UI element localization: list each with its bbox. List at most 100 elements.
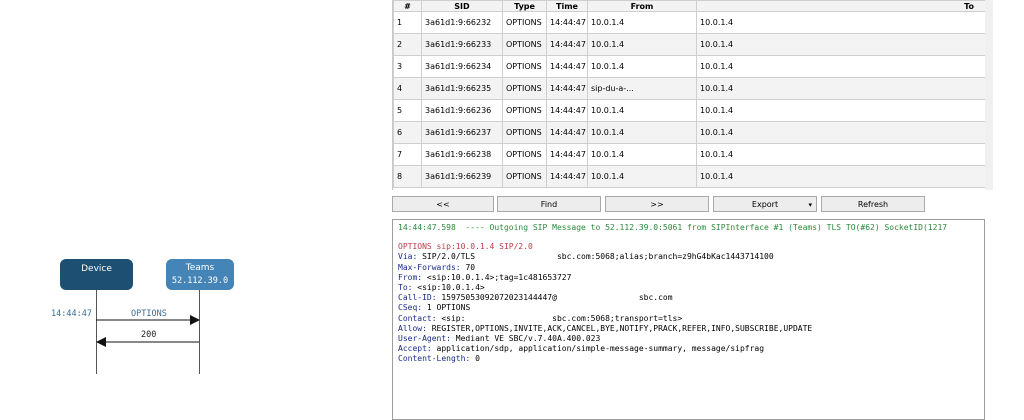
previous-button[interactable]: << [392,196,494,212]
sip-header-value: 15975053092072023144447@ sbc.com [436,293,673,303]
cell-type: OPTIONS [502,121,547,144]
sip-header-value: 70 [460,262,476,272]
cell-index: 4 [393,77,422,100]
cell-to: 10.0.1.4 [696,33,986,56]
cell-time: 14:44:47 [546,77,588,100]
column-header-sid[interactable]: SID [421,0,503,12]
sip-header-value: <sip: sbc.com:5068;transport=tls> [436,313,683,323]
cell-index: 8 [393,165,422,188]
cell-from: 10.0.1.4 [587,55,697,78]
sip-header-name: CSeq: [398,303,423,313]
cell-type: OPTIONS [502,11,547,34]
sip-header-line: Via: SIP/2.0/TLS sbc.com:5068;alias;bran… [398,252,984,262]
sip-header-value: Mediant VE SBC/v.7.40A.400.023 [450,334,601,344]
cell-to: 10.0.1.4 [696,11,986,34]
cell-sid: 3a61d1:9:66232 [421,11,503,34]
table-row[interactable]: 6 3a61d1:9:66237 OPTIONS 14:44:47 10.0.1.4 10… [393,121,986,144]
cell-index: 7 [393,143,422,166]
cell-sid: 3a61d1:9:66234 [421,55,503,78]
cell-sid: 3a61d1:9:66235 [421,77,503,100]
cell-sid: 3a61d1:9:66239 [421,165,503,188]
cell-to: 10.0.1.4 [696,121,986,144]
next-button[interactable]: >> [605,196,709,212]
cell-type: OPTIONS [502,165,547,188]
sip-header-line: Contact: <sip: sbc.com:5068;transport=tl… [398,314,984,324]
column-header-time[interactable]: Time [546,0,588,12]
table-row[interactable]: 2 3a61d1:9:66233 OPTIONS 14:44:47 10.0.1.4 10… [393,33,986,56]
cell-index: 1 [393,11,422,34]
cell-to: 10.0.1.4 [696,55,986,78]
sip-header-name: Call-ID: [398,293,437,303]
sip-header-line: Call-ID: 15975053092072023144447@ sbc.co… [398,293,984,303]
table-row[interactable]: 1 3a61d1:9:66232 OPTIONS 14:44:47 10.0.1.4 10… [393,11,986,34]
sip-header-name: Max-Forwards: [398,262,461,272]
table-scrollbar[interactable] [985,0,993,190]
sip-header-line: CSeq: 1 OPTIONS [398,303,984,313]
sip-header-value: REGISTER,OPTIONS,INVITE,ACK,CANCEL,BYE,N… [426,323,813,333]
table-row[interactable]: 7 3a61d1:9:66238 OPTIONS 14:44:47 10.0.1.4 10… [393,143,986,166]
message-arrows [96,315,200,347]
request-line: OPTIONS sip:10.0.1.4 SIP/2.0 [398,242,533,252]
cell-from: 10.0.1.4 [587,121,697,144]
sip-message-log[interactable]: 14:44:47.598 ---- Outgoing SIP Message t… [392,219,985,420]
log-header: 14:44:47.598 ---- Outgoing SIP Message t… [398,223,948,232]
table-row[interactable]: 3 3a61d1:9:66234 OPTIONS 14:44:47 10.0.1.4 10… [393,55,986,78]
cell-to: 10.0.1.4 [696,143,986,166]
cell-from: 10.0.1.4 [587,165,697,188]
sip-header-line: From: <sip:10.0.1.4>;tag=1c481653727 [398,273,984,283]
table-row[interactable]: 5 3a61d1:9:66236 OPTIONS 14:44:47 10.0.1.4 10… [393,99,986,122]
cell-from: 10.0.1.4 [587,11,697,34]
sip-header-value: <sip:10.0.1.4>;tag=1c481653727 [422,272,572,282]
sip-header-value: 1 OPTIONS [422,303,471,313]
column-header-type[interactable]: Type [502,0,547,12]
message-table: # SID Type Time From To 1 3a61d1:9:66232 O… [392,0,986,190]
cell-type: OPTIONS [502,99,547,122]
call-flow-diagram: Device Teams 52.112.39.0 14:44:47 OPTION… [0,0,390,420]
cell-to: 10.0.1.4 [696,165,986,188]
export-button[interactable]: Export ▾ [713,196,817,212]
sip-header-name: Content-Length: [398,354,471,364]
sip-header-name: Allow: [398,323,427,333]
cell-type: OPTIONS [502,143,547,166]
cell-time: 14:44:47 [546,99,588,122]
dropdown-caret-icon: ▾ [808,201,812,209]
column-header-to[interactable]: To [696,0,986,12]
find-button[interactable]: Find [497,196,601,212]
cell-type: OPTIONS [502,33,547,56]
cell-sid: 3a61d1:9:66238 [421,143,503,166]
sip-header-name: Contact: [398,313,437,323]
cell-time: 14:44:47 [546,165,588,188]
table-header: # SID Type Time From To [393,0,986,12]
cell-sid: 3a61d1:9:66233 [421,33,503,56]
table-row[interactable]: 4 3a61d1:9:66235 OPTIONS 14:44:47 sip-du-a-.… [393,77,986,100]
sip-header-line: To: <sip:10.0.1.4> [398,283,984,293]
cell-from: sip-du-a-... [587,77,697,100]
cell-index: 3 [393,55,422,78]
column-header-from[interactable]: From [587,0,697,12]
sip-header-name: To: [398,283,413,293]
sip-header-line: Allow: REGISTER,OPTIONS,INVITE,ACK,CANCE… [398,324,984,334]
sip-header-value: SIP/2.0/TLS sbc.com:5068;alias;branch=z9… [417,252,774,262]
table-row[interactable]: 8 3a61d1:9:66239 OPTIONS 14:44:47 10.0.1.4 10… [393,165,986,188]
options-arrowhead [190,315,200,325]
cell-time: 14:44:47 [546,33,588,56]
cell-type: OPTIONS [502,77,547,100]
sip-header-name: Accept: [398,344,432,354]
column-header-index[interactable]: # [393,0,422,12]
cell-sid: 3a61d1:9:66236 [421,99,503,122]
cell-index: 5 [393,99,422,122]
cell-time: 14:44:47 [546,121,588,144]
cell-from: 10.0.1.4 [587,33,697,56]
refresh-button[interactable]: Refresh [821,196,925,212]
sip-header-line: Content-Length: 0 [398,354,984,364]
cell-time: 14:44:47 [546,143,588,166]
sip-header-value: <sip:10.0.1.4> [412,283,485,293]
sip-header-name: From: [398,272,423,282]
cell-to: 10.0.1.4 [696,99,986,122]
response-arrowhead [96,337,106,347]
sip-header-name: Via: [398,252,418,262]
cell-index: 6 [393,121,422,144]
cell-time: 14:44:47 [546,11,588,34]
sip-header-value: 0 [470,354,480,364]
sip-header-value: application/sdp, application/simple-mess… [431,344,765,354]
